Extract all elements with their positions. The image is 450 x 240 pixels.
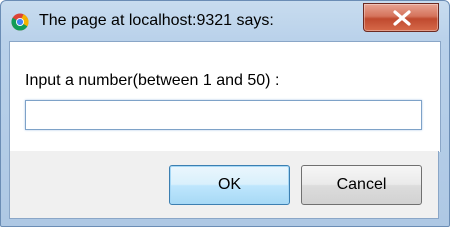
ok-button[interactable]: OK bbox=[169, 165, 290, 205]
chrome-logo-icon bbox=[11, 13, 29, 31]
dialog-title: The page at localhost:9321 says: bbox=[39, 12, 274, 29]
close-button[interactable] bbox=[363, 3, 439, 32]
prompt-dialog: The page at localhost:9321 says: Input a… bbox=[0, 0, 450, 227]
title-bar[interactable]: The page at localhost:9321 says: bbox=[1, 1, 449, 41]
dialog-footer: OK Cancel bbox=[9, 151, 439, 219]
number-input[interactable] bbox=[25, 100, 422, 130]
cancel-button[interactable]: Cancel bbox=[301, 165, 422, 205]
dialog-content: Input a number(between 1 and 50) : bbox=[9, 41, 441, 152]
close-icon bbox=[393, 10, 411, 26]
prompt-message: Input a number(between 1 and 50) : bbox=[25, 72, 280, 89]
